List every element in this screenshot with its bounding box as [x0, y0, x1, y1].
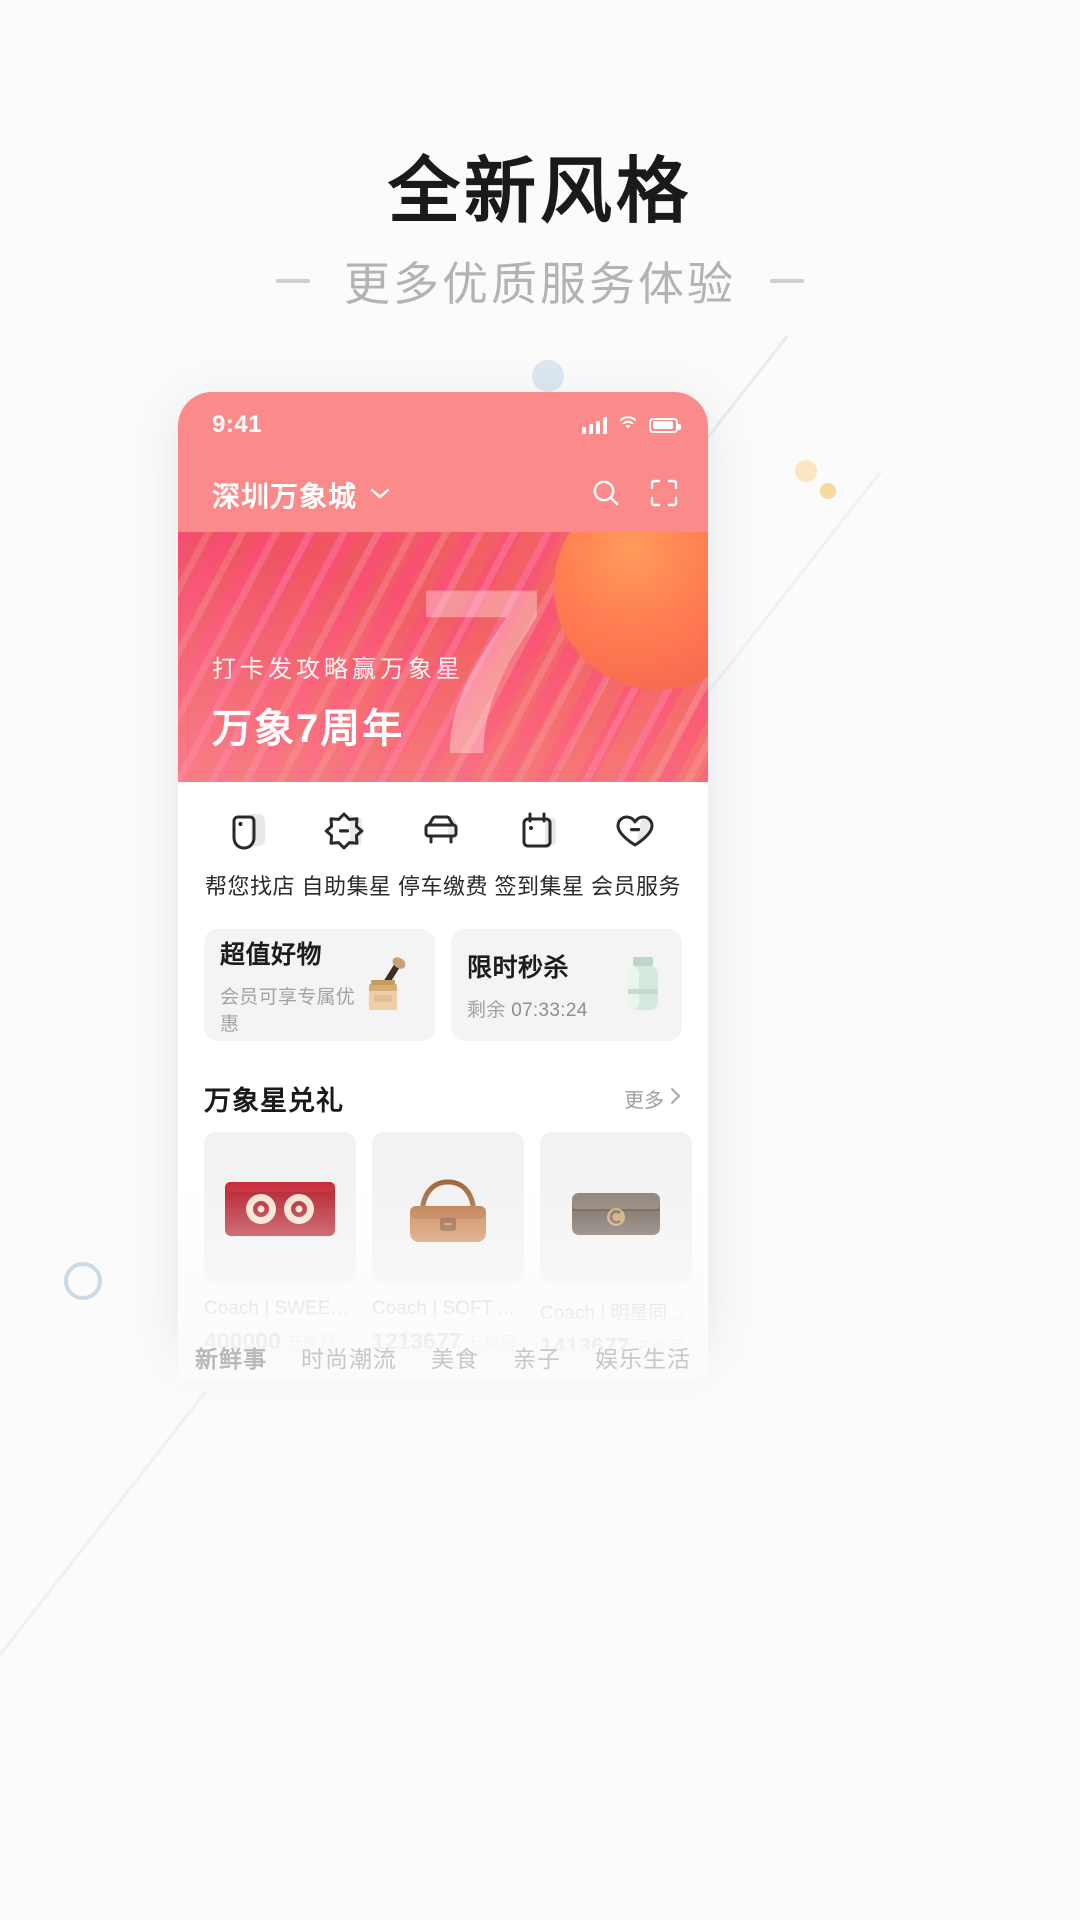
chevron-down-icon — [369, 486, 391, 505]
brown-flap-bag-thumb — [540, 1132, 692, 1284]
gift-card[interactable]: Coach | 明星同... 1413677 万象星 — [540, 1132, 692, 1350]
category-tabs: 新鲜事 时尚潮流 美食 亲子 娱乐生活 — [178, 1340, 708, 1374]
banner-text: 打卡发攻略赢万象星 万象7周年 — [212, 649, 464, 754]
quick-action-label: 签到集星 — [494, 874, 585, 899]
gift-card-name: Coach | SWEETIE — [204, 1298, 356, 1319]
scan-icon[interactable] — [648, 477, 680, 514]
calendar-icon — [515, 808, 565, 854]
gift-more-label: 更多 — [624, 1090, 664, 1112]
promo-card-title: 限时秒杀 — [467, 954, 570, 982]
banner-subtitle: 打卡发攻略赢万象星 — [212, 656, 464, 683]
status-time: 9:41 — [212, 411, 263, 438]
page-title: 全新风格 — [387, 152, 692, 232]
quick-action-parking[interactable]: 停车缴费 — [397, 808, 489, 901]
cosmetics-thumb — [361, 954, 419, 1016]
cellular-signal-icon — [582, 416, 607, 434]
promo-card-flash-sale[interactable]: 限时秒杀 剩余 07:33:24 — [451, 929, 682, 1041]
gift-section: 万象星兑礼 更多 Coach | SWEETIE 400000 万象星 Coac… — [178, 1063, 708, 1350]
tab-entertainment[interactable]: 娱乐生活 — [595, 1340, 691, 1374]
quick-action-label: 会员服务 — [590, 874, 681, 899]
subtitle-dash-left — [276, 279, 310, 283]
header-actions — [590, 477, 680, 514]
tag-icon — [225, 808, 275, 854]
gift-card[interactable]: Coach | SOFT ... 1213677 万象星 — [372, 1132, 524, 1350]
quick-action-member-service[interactable]: 会员服务 — [590, 808, 682, 901]
tab-news[interactable]: 新鲜事 — [195, 1340, 267, 1374]
deco-line — [695, 470, 883, 709]
search-icon[interactable] — [590, 477, 622, 514]
deco-ring — [64, 1262, 102, 1300]
gift-more-button[interactable]: 更多 — [624, 1084, 682, 1113]
gift-card-name: Coach | SOFT ... — [372, 1298, 514, 1319]
gift-card-list[interactable]: Coach | SWEETIE 400000 万象星 Coach | SOFT .… — [178, 1132, 708, 1350]
tan-shoulder-bag-thumb — [372, 1132, 524, 1284]
quick-action-collect-star[interactable]: 自助集星 — [301, 808, 393, 901]
page-subtitle: 更多优质服务体验 — [0, 248, 1080, 314]
location-selector[interactable]: 深圳万象城 — [212, 475, 391, 515]
promo-card-text: 限时秒杀 剩余 07:33:24 — [467, 948, 588, 1022]
car-icon — [418, 808, 468, 854]
page-subtitle-text: 更多优质服务体验 — [344, 258, 736, 310]
promo-card-value-goods[interactable]: 超值好物 会员可享专属优惠 — [204, 929, 435, 1041]
promo-cards: 超值好物 会员可享专属优惠 限时秒杀 剩余 07:33:24 — [178, 925, 708, 1063]
tab-food[interactable]: 美食 — [431, 1340, 479, 1374]
promo-card-subtitle: 会员可享专属优惠 — [220, 986, 356, 1035]
phone-mockup: 9:41 深圳万象城 7 打卡发攻略赢万象星 万象7周年 帮您找店 自助集星 停… — [178, 392, 708, 1350]
chevron-right-icon — [670, 1087, 682, 1111]
bottle-thumb — [620, 955, 666, 1015]
promo-card-text: 超值好物 会员可享专属优惠 — [220, 935, 361, 1036]
promo-card-countdown: 剩余 07:33:24 — [467, 995, 588, 1022]
deco-dot-yellow — [795, 460, 817, 482]
gift-section-title: 万象星兑礼 — [204, 1086, 344, 1116]
app-header: 9:41 深圳万象城 — [178, 392, 708, 532]
deco-line — [0, 1390, 208, 1834]
gift-card[interactable]: Coach | SWEETIE 400000 万象星 — [204, 1132, 356, 1350]
heart-icon — [611, 808, 661, 854]
tab-parenting[interactable]: 亲子 — [513, 1340, 561, 1374]
wifi-icon — [617, 414, 639, 436]
quick-action-find-store[interactable]: 帮您找店 — [204, 808, 296, 901]
battery-icon — [649, 417, 681, 433]
gift-section-header: 万象星兑礼 更多 — [178, 1073, 708, 1132]
banner-title: 万象7周年 — [212, 707, 405, 751]
quick-action-checkin[interactable]: 签到集星 — [494, 808, 586, 901]
quick-actions: 帮您找店 自助集星 停车缴费 签到集星 会员服务 — [178, 782, 708, 925]
location-name: 深圳万象城 — [212, 481, 358, 512]
deco-dot-yellow-small — [820, 483, 836, 499]
red-card-case-thumb — [204, 1132, 356, 1284]
tab-fashion[interactable]: 时尚潮流 — [301, 1340, 397, 1374]
quick-action-label: 停车缴费 — [397, 874, 488, 899]
countdown-label: 剩余 — [467, 1000, 506, 1021]
promo-card-title: 超值好物 — [220, 940, 323, 969]
location-row: 深圳万象城 — [178, 458, 708, 532]
gift-card-name: Coach | 明星同... — [540, 1303, 684, 1324]
quick-action-label: 自助集星 — [301, 874, 392, 899]
status-bar: 9:41 — [178, 392, 708, 458]
star-burst-icon — [322, 808, 372, 854]
promo-banner[interactable]: 7 打卡发攻略赢万象星 万象7周年 — [178, 532, 708, 782]
quick-action-label: 帮您找店 — [204, 874, 295, 899]
deco-dot-blue — [532, 360, 564, 392]
status-icons — [582, 414, 681, 436]
countdown-value: 07:33:24 — [511, 1000, 588, 1021]
subtitle-dash-right — [770, 279, 804, 283]
